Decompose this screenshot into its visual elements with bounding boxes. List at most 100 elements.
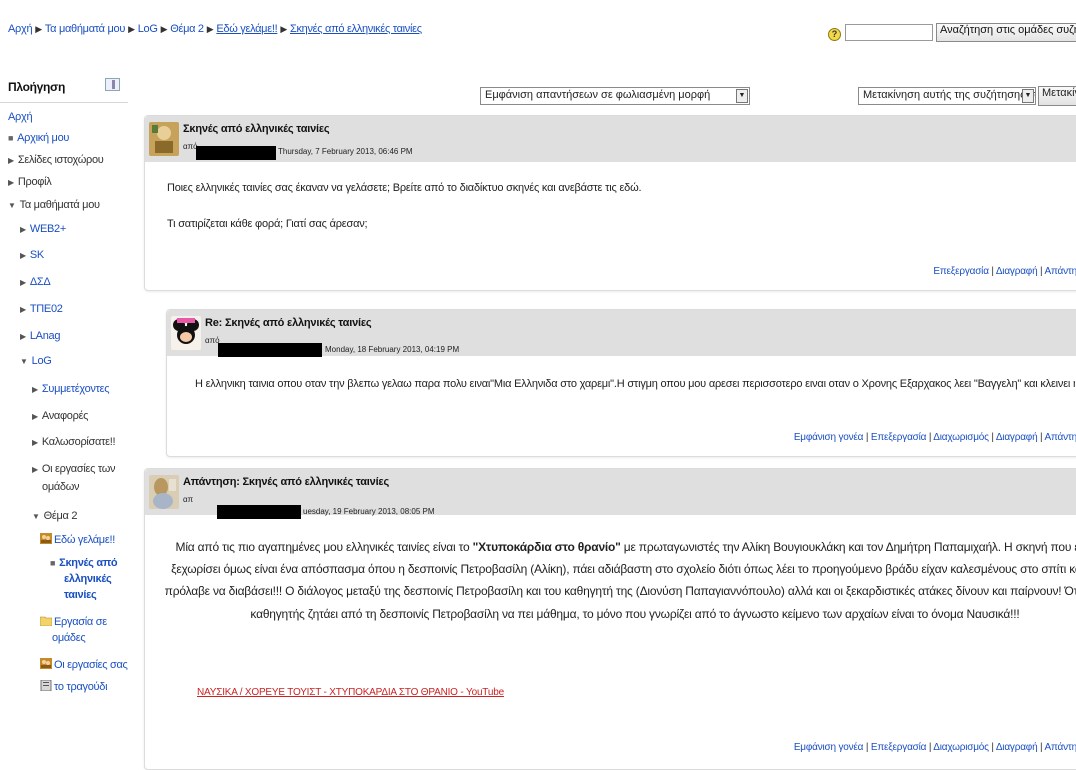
nav-welcome[interactable]: ▶ Καλωσορίσατε!! [32, 436, 116, 448]
edit-link[interactable]: Επεξεργασία [871, 432, 927, 443]
post-header: Σκηνές από ελληνικές ταινίες από Thursda… [145, 116, 1076, 162]
navigation-title: Πλοήγηση [8, 80, 65, 94]
forum-icon [40, 658, 52, 669]
nav-reports[interactable]: ▶ Αναφορές [32, 410, 88, 422]
nav-group-works-cont[interactable]: ομάδων [42, 481, 80, 493]
post-subject: Σκηνές από ελληνικές ταινίες [183, 123, 330, 135]
post-paragraph-line: ξεχωρίσει όμως είναι ένα απόσπασμα όπου … [171, 562, 1076, 576]
collapsed-arrow-icon: ▶ [32, 465, 38, 474]
nav-home[interactable]: Αρχή [8, 111, 33, 123]
forum-post: Απάντηση: Σκηνές από ελληνικές ταινίες α… [144, 468, 1076, 770]
show-parent-link[interactable]: Εμφάνιση γονέα [794, 432, 864, 443]
nav-course-lanag[interactable]: ▶ LAnag [20, 330, 60, 342]
nav-song[interactable]: το τραγούδι [40, 680, 108, 693]
post-date: Thursday, 7 February 2013, 06:46 PM [278, 147, 413, 156]
bullet-icon: ■ [50, 558, 56, 568]
expanded-arrow-icon: ▼ [8, 201, 16, 210]
delete-link[interactable]: Διαγραφή [996, 266, 1038, 277]
nav-course-dsd[interactable]: ▶ ΔΣΔ [20, 276, 51, 288]
display-mode-select[interactable]: Εμφάνιση απαντήσεων σε φωλιασμένη μορφή … [480, 87, 750, 105]
breadcrumb-forum[interactable]: Εδώ γελάμε!! [216, 23, 277, 35]
post-paragraph: Ποιες ελληνικές ταινίες σας έκαναν να γε… [167, 182, 642, 194]
nav-participants[interactable]: ▶ Συμμετέχοντες [32, 383, 110, 395]
breadcrumb-topic[interactable]: Θέμα 2 [170, 23, 204, 35]
move-button[interactable]: Μετακίνηση [1038, 86, 1076, 106]
nav-group-works[interactable]: ▶ Οι εργασίες των [32, 463, 116, 475]
top-bar: Αρχή ▶ Τα μαθήματά μου ▶ LoG ▶ Θέμα 2 ▶ Εδώ γελά… [0, 0, 1076, 62]
nav-course-sk[interactable]: ▶ SK [20, 249, 44, 261]
avatar[interactable] [171, 316, 201, 350]
collapsed-arrow-icon: ▶ [32, 385, 38, 394]
chevron-down-icon: ▼ [736, 89, 748, 103]
post-subject: Re: Σκηνές από ελληνικές ταινίες [205, 317, 372, 329]
post-header: Απάντηση: Σκηνές από ελληνικές ταινίες α… [145, 469, 1076, 519]
nav-course-web2[interactable]: ▶ WEB2+ [20, 223, 66, 235]
post-commands: Επεξεργασία | Διαγραφή | Απάντη [933, 266, 1076, 277]
post-paragraph: Η ελληνικη ταινια οπου οταν την βλεπω γε… [195, 378, 1075, 390]
delete-link[interactable]: Διαγραφή [996, 742, 1038, 753]
expanded-arrow-icon: ▼ [32, 512, 40, 521]
post-commands: Εμφάνιση γονέα | Επεξεργασία | Διαχωρισμ… [793, 742, 1076, 753]
chevron-down-icon: ▼ [1022, 89, 1034, 103]
move-discussion-select[interactable]: Μετακίνηση αυτής της συζήτησης στο... ▼ [858, 87, 1036, 105]
post-commands: Εμφάνιση γονέα | Επεξεργασία | Διαχωρισμ… [793, 432, 1076, 443]
breadcrumb-discussion[interactable]: Σκηνές από ελληνικές ταινίες [290, 23, 422, 35]
bullet-icon: ■ [8, 133, 14, 143]
post-paragraph-line: καθηγητής ζητάει από τη δεσποινίς Πετροβ… [250, 607, 1020, 621]
nav-group-assignment-cont[interactable]: ομάδες [52, 632, 86, 644]
nav-current-discussion-cont2[interactable]: ταινίες [64, 589, 97, 601]
post-paragraph-line: πρόλαβε να διαβάσει!!! Ο διάλογος μεταξύ… [164, 584, 1076, 598]
avatar[interactable] [149, 122, 179, 156]
post-date: Monday, 18 February 2013, 04:19 PM [325, 345, 460, 354]
dock-block-icon[interactable] [105, 78, 120, 91]
nav-my-courses[interactable]: ▼ Τα μαθήματά μου [8, 199, 100, 211]
collapsed-arrow-icon: ▶ [8, 156, 14, 165]
nav-my-home[interactable]: ■ Αρχική μου [8, 132, 69, 144]
split-link[interactable]: Διαχωρισμός [933, 742, 989, 753]
nav-current-discussion-cont1[interactable]: ελληνικές [64, 573, 112, 585]
collapsed-arrow-icon: ▶ [32, 438, 38, 447]
reply-link[interactable]: Απάντη [1044, 266, 1076, 277]
folder-icon [40, 616, 52, 626]
youtube-link[interactable]: ΝΑΥΣΙΚΑ / ΧΟΡΕΥΕ ΤΟΥΙΣΤ - ΧΤΥΠΟΚΑΡΔΙΑ ΣΤ… [197, 687, 504, 698]
post-header: Re: Σκηνές από ελληνικές ταινίες από Mon… [167, 310, 1076, 357]
nav-your-works[interactable]: Οι εργασίες σας [40, 658, 128, 671]
help-icon[interactable]: ? [828, 28, 841, 41]
split-link[interactable]: Διαχωρισμός [933, 432, 989, 443]
navigation-header: Πλοήγηση [0, 68, 128, 103]
collapsed-arrow-icon: ▶ [20, 225, 26, 234]
delete-link[interactable]: Διαγραφή [996, 432, 1038, 443]
post-paragraph-line: Μία από τις πιο αγαπημένες μου ελληνικές… [175, 540, 1076, 554]
forum-search-input[interactable] [845, 24, 933, 41]
reply-link[interactable]: Απάντη [1044, 432, 1076, 443]
collapsed-arrow-icon: ▶ [20, 305, 26, 314]
breadcrumb: Αρχή ▶ Τα μαθήματά μου ▶ LoG ▶ Θέμα 2 ▶ Εδώ γελά… [8, 23, 422, 35]
redacted-author [217, 505, 301, 519]
nav-current-discussion[interactable]: ■ Σκηνές από [50, 557, 118, 569]
collapsed-arrow-icon: ▶ [8, 178, 14, 187]
show-parent-link[interactable]: Εμφάνιση γονέα [794, 742, 864, 753]
nav-site-pages[interactable]: ▶ Σελίδες ιστοχώρου [8, 154, 104, 166]
nav-course-tpe02[interactable]: ▶ ΤΠΕ02 [20, 303, 63, 315]
reply-link[interactable]: Απάντη [1044, 742, 1076, 753]
avatar[interactable] [149, 475, 179, 509]
post-date: uesday, 19 February 2013, 08:05 PM [303, 507, 435, 516]
nav-profile[interactable]: ▶ Προφίλ [8, 176, 52, 188]
redacted-author [218, 343, 322, 357]
nav-course-log[interactable]: ▼ LoG [20, 355, 52, 367]
post-paragraph: Τι σατιρίζεται κάθε φορά; Γιατί σας άρεσ… [167, 218, 368, 230]
breadcrumb-my-courses[interactable]: Τα μαθήματά μου [45, 23, 125, 35]
edit-link[interactable]: Επεξεργασία [933, 266, 989, 277]
redacted-author [196, 146, 276, 160]
expanded-arrow-icon: ▼ [20, 357, 28, 366]
nav-forum-laugh[interactable]: Εδώ γελάμε!! [40, 533, 115, 546]
edit-link[interactable]: Επεξεργασία [871, 742, 927, 753]
breadcrumb-home[interactable]: Αρχή [8, 23, 33, 35]
forum-post: Σκηνές από ελληνικές ταινίες από Thursda… [144, 115, 1076, 291]
nav-topic-2[interactable]: ▼ Θέμα 2 [32, 510, 77, 522]
nav-group-assignment[interactable]: Εργασία σε [40, 615, 107, 628]
collapsed-arrow-icon: ▶ [20, 332, 26, 341]
breadcrumb-log[interactable]: LoG [138, 23, 158, 35]
forum-search-button[interactable]: Αναζήτηση στις ομάδες συζητήσε [936, 23, 1076, 42]
collapsed-arrow-icon: ▶ [20, 251, 26, 260]
